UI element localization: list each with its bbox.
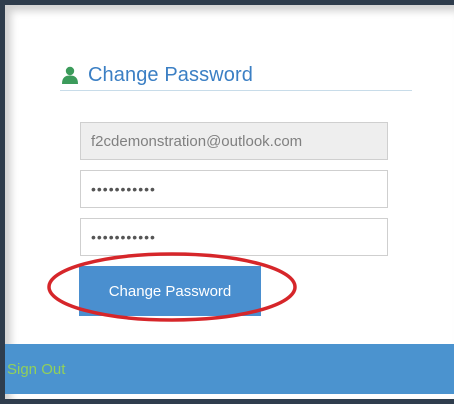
email-field[interactable]: f2cdemonstration@outlook.com (80, 122, 388, 160)
password-value: ••••••••••• (91, 181, 156, 197)
footer-bar: Sign Out (5, 344, 454, 394)
new-password-field[interactable]: ••••••••••• (80, 170, 388, 208)
page-title: Change Password (88, 63, 253, 86)
change-password-button[interactable]: Change Password (79, 266, 261, 316)
panel-header: Change Password (60, 60, 412, 91)
user-icon (60, 65, 80, 85)
confirm-password-value: ••••••••••• (91, 229, 156, 245)
sign-out-link[interactable]: Sign Out (7, 361, 65, 378)
email-value: f2cdemonstration@outlook.com (91, 132, 303, 150)
confirm-password-field[interactable]: ••••••••••• (80, 218, 388, 256)
